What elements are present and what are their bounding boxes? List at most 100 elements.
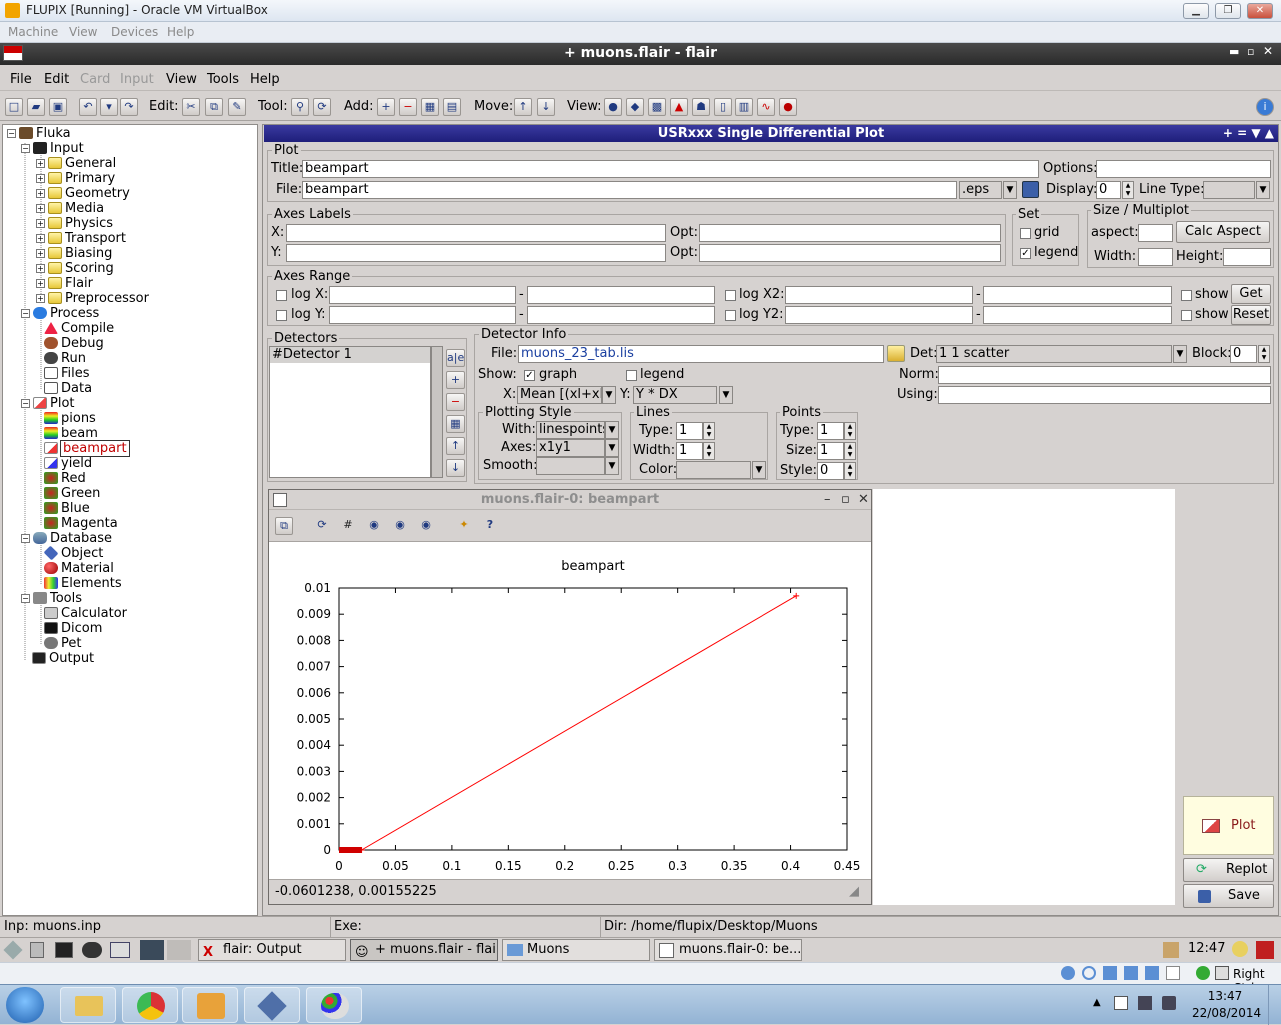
height-input[interactable] (1223, 248, 1271, 266)
view-run-icon[interactable]: ☗ (692, 98, 710, 116)
tree-item-calculator[interactable]: Calculator (44, 606, 127, 621)
tree-item-primary[interactable]: + Primary (36, 171, 115, 186)
task-muons-folder[interactable]: Muons (502, 939, 650, 961)
vbox-menu-machine[interactable]: Machine (8, 25, 58, 39)
move-detector-down-icon[interactable]: ↓ (446, 459, 465, 477)
project-tree[interactable]: − Fluka − Input + General + Primary + Geometr… (2, 124, 258, 916)
tree-item-blue[interactable]: Blue (44, 501, 90, 516)
view-plot-icon[interactable]: ∿ (757, 98, 775, 116)
keyboard-icon[interactable] (1215, 966, 1229, 980)
expand-icon[interactable]: + (36, 204, 45, 213)
clone-detector-icon[interactable]: ▦ (446, 415, 465, 433)
capture-icon[interactable] (1196, 966, 1210, 980)
expand-icon[interactable]: + (36, 294, 45, 303)
windows-icon[interactable] (110, 942, 130, 958)
tree-item-green[interactable]: Green (44, 486, 100, 501)
x2min-input[interactable] (785, 286, 973, 304)
add-detector-icon[interactable]: + (446, 371, 465, 389)
view-fluka-icon[interactable]: ● (604, 98, 622, 116)
color-select[interactable] (676, 461, 751, 479)
zoom-out-icon[interactable]: ◉ (365, 517, 383, 535)
view-input-icon[interactable]: ◆ (626, 98, 644, 116)
vbox-menu-view[interactable]: View (69, 25, 97, 39)
display-icon[interactable] (1166, 966, 1180, 980)
plot-minimize-icon[interactable]: – (824, 490, 831, 510)
ymin-input[interactable] (329, 306, 516, 324)
tree-item-geometry[interactable]: + Geometry (36, 186, 130, 201)
outlook-taskbar-icon[interactable] (182, 987, 238, 1023)
flair-minimize-icon[interactable]: ▬ (1229, 45, 1239, 58)
tree-item-pions[interactable]: pions (44, 411, 96, 426)
y-opt-input[interactable] (699, 244, 1001, 262)
calc-aspect-button[interactable]: Calc Aspect (1176, 221, 1270, 243)
tree-item-media[interactable]: + Media (36, 201, 104, 216)
network-tray-icon[interactable] (1138, 996, 1152, 1010)
move-up-icon[interactable]: ↑ (514, 98, 532, 116)
logy-checkbox[interactable] (276, 310, 287, 321)
desktop-1-icon[interactable] (140, 940, 164, 960)
redo-icon[interactable]: ↷ (120, 98, 138, 116)
show-desktop-button[interactable] (1268, 985, 1280, 1025)
pt-type-spinner-icon[interactable]: ▲ ▼ (844, 422, 856, 440)
x-expr-select[interactable]: Mean [(xl+xh (517, 386, 602, 404)
x-opt-input[interactable] (699, 224, 1001, 242)
pt-style-spinner-icon[interactable]: ▲ ▼ (844, 462, 856, 480)
clipboard-icon[interactable] (1163, 942, 1179, 958)
menu-view[interactable]: View (166, 72, 197, 87)
menu-file[interactable]: File (10, 72, 32, 87)
tree-item-preprocessor[interactable]: + Preprocessor (36, 291, 149, 306)
windows-start-icon[interactable] (6, 987, 44, 1023)
menu-tools[interactable]: Tools (207, 72, 239, 87)
expand-icon[interactable]: + (36, 159, 45, 168)
display-input[interactable]: 0 (1096, 181, 1121, 199)
linetype-select[interactable] (1203, 181, 1255, 199)
logy2-checkbox[interactable] (725, 310, 736, 321)
tree-item-physics[interactable]: + Physics (36, 216, 113, 231)
save-icon[interactable]: ▣ (49, 98, 67, 116)
expand-icon[interactable]: + (36, 249, 45, 258)
with-select[interactable]: linespoints (536, 421, 605, 439)
collapse-icon[interactable]: − (21, 144, 30, 153)
undo-list-icon[interactable]: ▾ (100, 98, 118, 116)
format-dropdown-icon[interactable]: ▼ (1003, 181, 1017, 199)
line-width-input[interactable]: 1 (676, 442, 703, 460)
xmax-input[interactable] (527, 286, 715, 304)
y-expr-dropdown-icon[interactable]: ▼ (719, 386, 733, 404)
explorer-taskbar-icon[interactable] (60, 987, 116, 1023)
shared-folder-icon[interactable] (1145, 966, 1159, 980)
file-input[interactable]: beampart (302, 181, 957, 199)
det-legend-checkbox[interactable] (626, 370, 637, 381)
y2max-input[interactable] (983, 306, 1172, 324)
axes-select[interactable]: x1y1 (536, 439, 605, 457)
tree-item-plot[interactable]: − Plot (21, 396, 75, 411)
minimize-button[interactable]: ▁ (1183, 3, 1209, 19)
task-plot-window[interactable]: muons.flair-0: be... (654, 939, 802, 961)
launcher-icon[interactable] (30, 942, 44, 958)
expand-icon[interactable]: + (36, 174, 45, 183)
options-input[interactable] (1096, 160, 1271, 178)
detectors-scrollbar[interactable] (431, 346, 443, 478)
block-input[interactable]: 0 (1230, 345, 1257, 363)
tree-item-flair[interactable]: + Flair (36, 276, 93, 291)
rename-icon[interactable]: a|e (446, 349, 465, 367)
logx2-checkbox[interactable] (725, 290, 736, 301)
chrome-taskbar-icon[interactable] (122, 987, 178, 1023)
close-button[interactable]: ✕ (1247, 3, 1273, 19)
expand-icon[interactable]: + (36, 219, 45, 228)
tree-item-beam[interactable]: beam (44, 426, 98, 441)
restore-button[interactable]: ❐ (1215, 3, 1241, 19)
linetype-dropdown-icon[interactable]: ▼ (1256, 181, 1270, 199)
det-file-input[interactable]: muons_23_tab.lis (518, 345, 884, 363)
vbox-menu-devices[interactable]: Devices (111, 25, 158, 39)
replot-button[interactable]: ⟳ Replot (1183, 858, 1274, 882)
ymax-input[interactable] (527, 306, 715, 324)
width-input[interactable] (1138, 248, 1173, 266)
menu-edit[interactable]: Edit (44, 72, 69, 87)
detector-item[interactable]: #Detector 1 (270, 347, 430, 363)
title-input[interactable]: beampart (302, 160, 1039, 178)
help-icon[interactable]: ? (481, 517, 499, 535)
flair-maximize-icon[interactable]: ▫ (1247, 45, 1254, 58)
zoom-in-icon[interactable]: ◉ (391, 517, 409, 535)
info-icon[interactable]: i (1256, 98, 1274, 116)
show-x-checkbox[interactable] (1181, 290, 1192, 301)
